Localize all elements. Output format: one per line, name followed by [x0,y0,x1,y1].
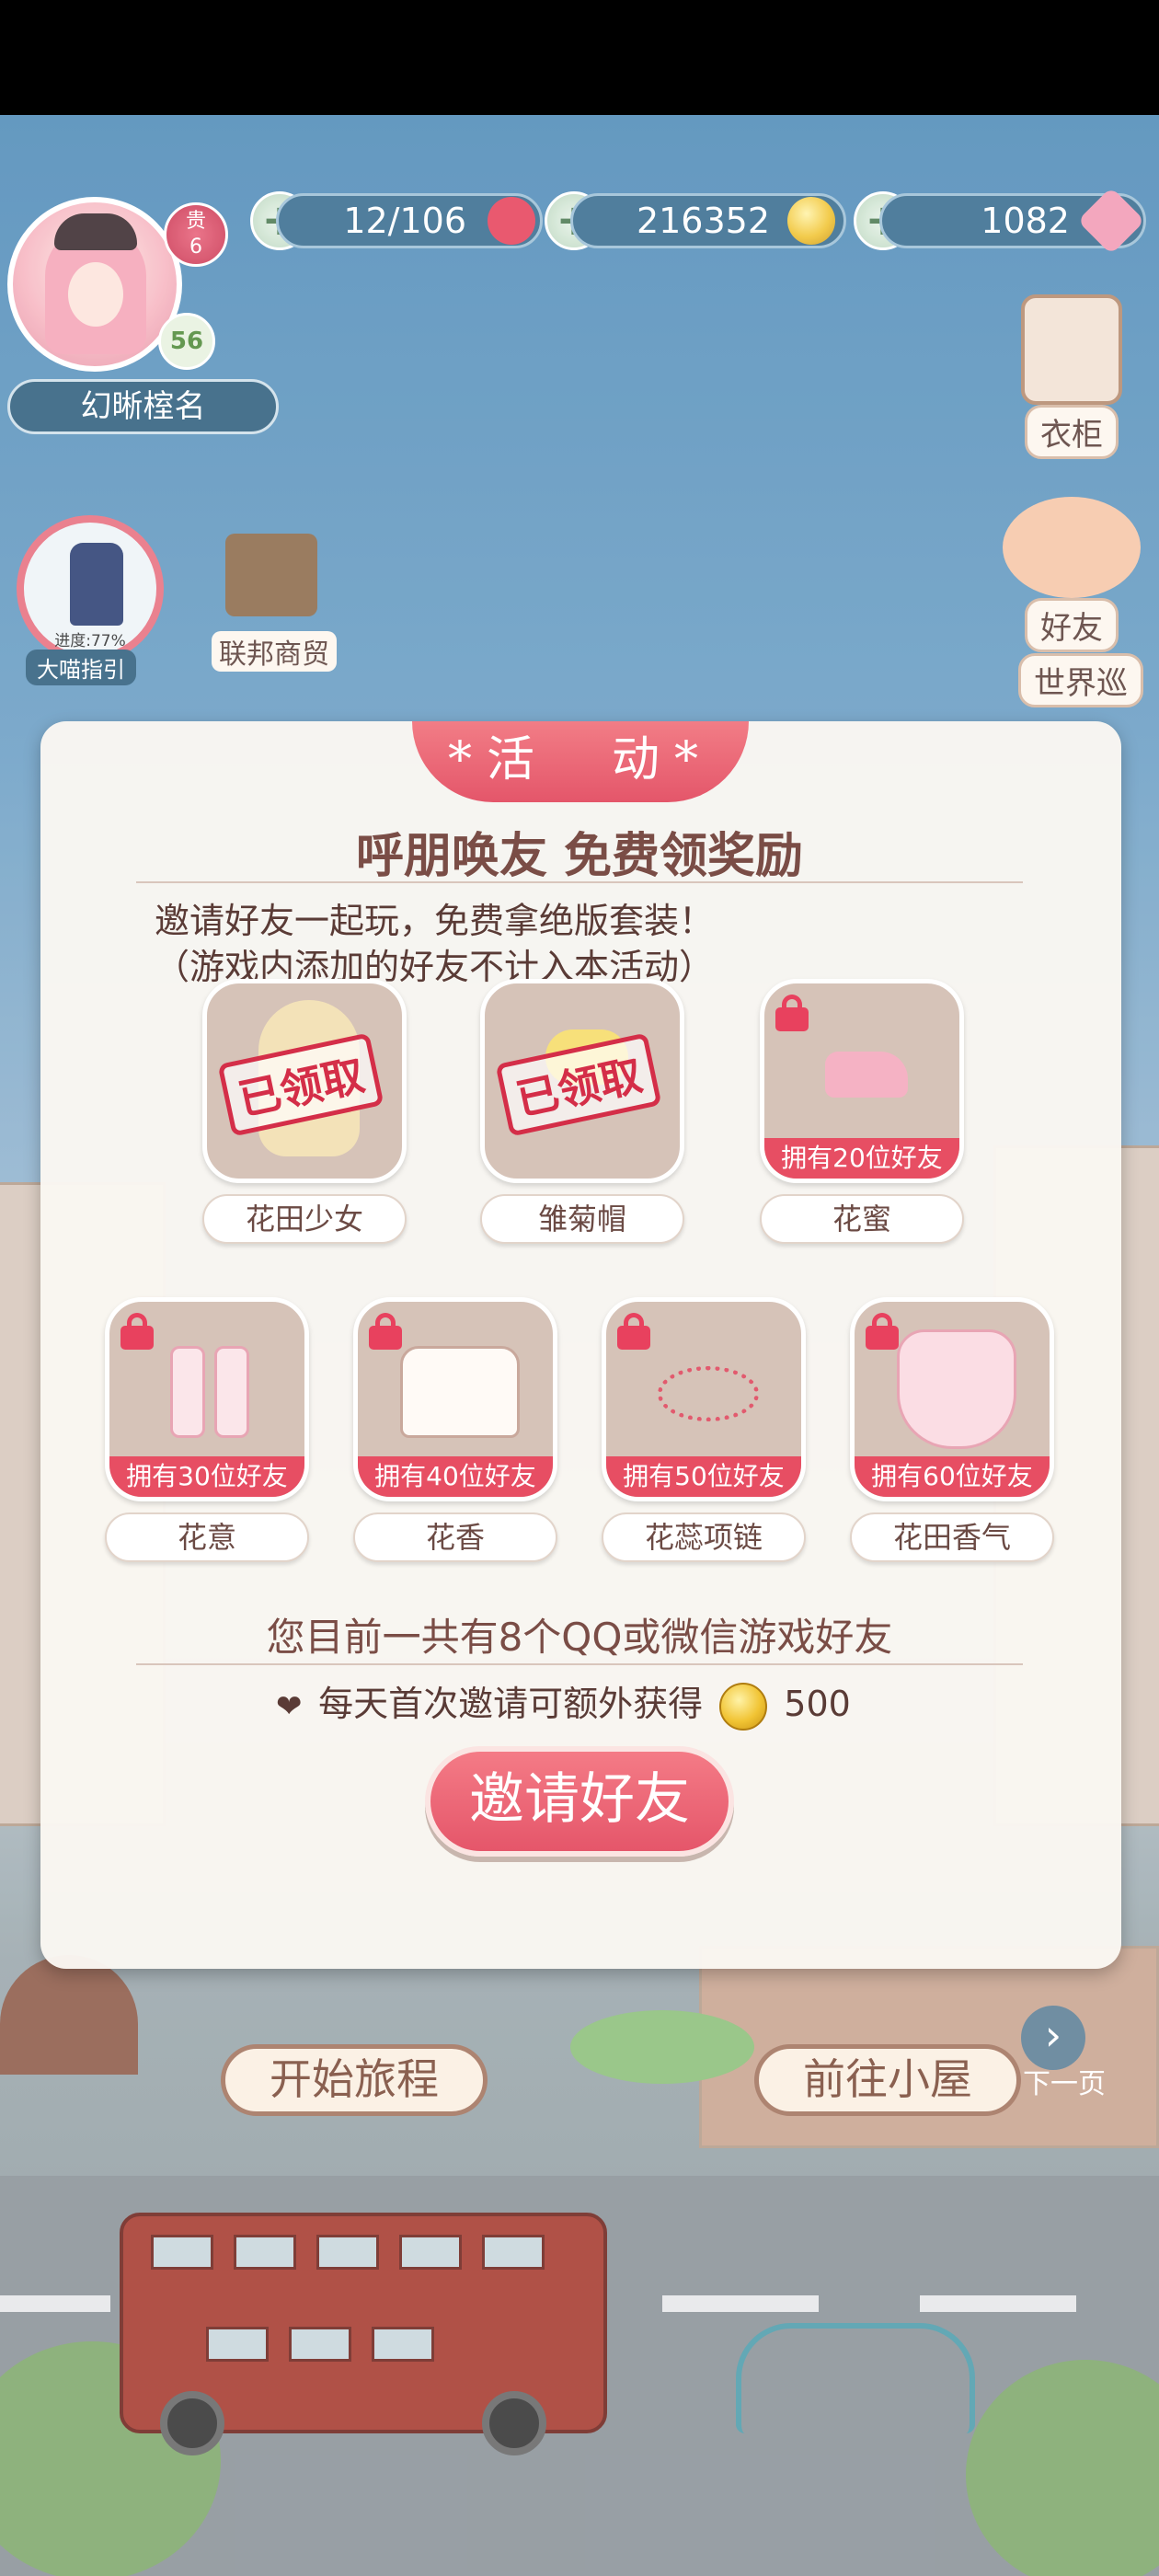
claimed-stamp: 已领取 [495,1032,662,1137]
reward-image: 拥有30位好友 [105,1297,309,1501]
reward-image: 拥有40位好友 [353,1297,557,1501]
socks-icon [214,1346,249,1438]
status-bar [0,0,1159,115]
reward-image: 拥有20位好友 [760,979,964,1183]
reward-name: 花田少女 [202,1194,407,1244]
reward-name: 雏菊帽 [480,1194,684,1244]
reward-image: 已领取 [202,979,407,1183]
lock-icon [120,1313,154,1350]
requirement-label: 拥有30位好友 [109,1456,304,1497]
invite-friends-button[interactable]: 邀请好友 [425,1746,734,1857]
pink-shoes-icon [825,1052,908,1098]
reward-item-0[interactable]: 已领取 花田少女 [202,979,407,1244]
bonus-amount: 500 [784,1684,851,1724]
reward-item-6[interactable]: 拥有60位好友 花田香气 [850,1297,1054,1562]
reward-name: 花蜜 [760,1194,964,1244]
necklace-icon [658,1366,759,1421]
modal-title: 呼朋唤友 免费领奖励 [355,829,804,884]
modal-description: 邀请好友一起玩，免费拿绝版套装！ [155,901,715,941]
reward-item-3[interactable]: 拥有30位好友 花意 [105,1297,309,1562]
lock-icon [866,1313,899,1350]
requirement-label: 拥有60位好友 [855,1456,1050,1497]
reward-image: 拥有50位好友 [602,1297,806,1501]
lock-icon [775,995,809,1031]
lock-icon [617,1313,650,1350]
friend-count-text: 您目前一共有8个QQ或微信游戏好友 [266,1615,893,1660]
reward-item-5[interactable]: 拥有50位好友 花蕊项链 [602,1297,806,1562]
divider [136,881,1023,883]
heart-icon: ❤ [276,1687,303,1725]
gold-coin-icon [719,1682,768,1731]
divider [136,1663,1023,1665]
reward-name: 花意 [105,1512,309,1562]
lock-icon [369,1313,402,1350]
reward-item-2[interactable]: 拥有20位好友 花蜜 [760,979,964,1244]
reward-name: 花田香气 [850,1512,1054,1562]
pink-dress-icon [897,1329,1016,1449]
bonus-text: 每天首次邀请可额外获得 [318,1684,704,1724]
reward-name: 花香 [353,1512,557,1562]
requirement-label: 拥有50位好友 [606,1456,801,1497]
requirement-label: 拥有40位好友 [358,1456,553,1497]
daily-bonus-row: ❤ 每天首次邀请可额外获得 500 [276,1676,851,1731]
reward-name: 花蕊项链 [602,1512,806,1562]
reward-image: 拥有60位好友 [850,1297,1054,1501]
blouse-icon [400,1346,520,1438]
modal-tab: *活 动* [412,721,749,802]
reward-item-4[interactable]: 拥有40位好友 花香 [353,1297,557,1562]
requirement-label: 拥有20位好友 [764,1138,959,1179]
socks-icon [170,1346,205,1438]
reward-item-1[interactable]: 已领取 雏菊帽 [480,979,684,1244]
reward-image: 已领取 [480,979,684,1183]
